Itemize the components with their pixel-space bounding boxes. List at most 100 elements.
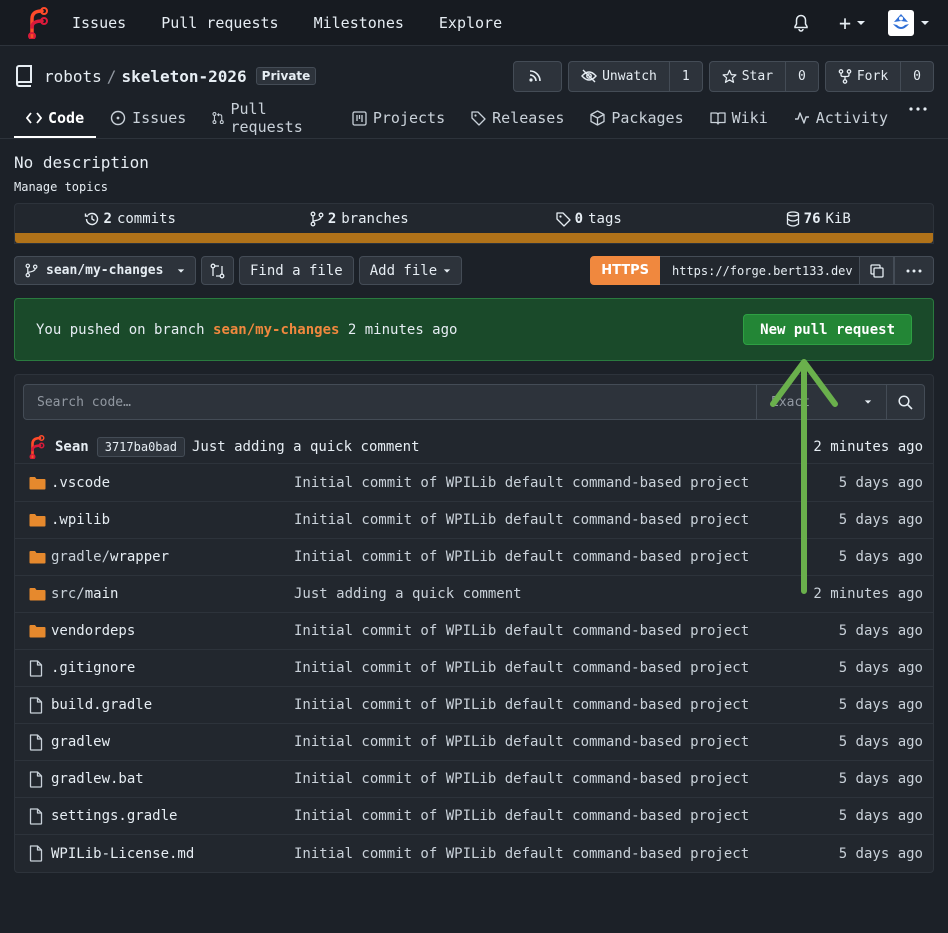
manage-topics-link[interactable]: Manage topics [14, 180, 108, 194]
file-name[interactable]: .gitignore [51, 660, 135, 676]
file-commit-message-link[interactable]: Initial commit of WPILib default command… [294, 623, 839, 639]
file-commit-message-link[interactable]: Initial commit of WPILib default command… [294, 808, 839, 824]
watch-count[interactable]: 1 [668, 61, 702, 91]
fork-label: Fork [856, 68, 889, 84]
file-name-link[interactable]: gradle/wrapper [51, 549, 294, 565]
forgejo-logo-icon[interactable] [26, 6, 50, 39]
copy-url-icon[interactable] [860, 256, 894, 285]
file-name[interactable]: main [85, 586, 119, 602]
tab-releases[interactable]: Releases [459, 100, 576, 136]
search-button[interactable] [887, 384, 925, 420]
file-row: src/main Just adding a quick comment 2 min… [15, 576, 933, 613]
file-commit-message-link[interactable]: Initial commit of WPILib default command… [294, 846, 839, 862]
file-commit-message-link[interactable]: Initial commit of WPILib default command… [294, 660, 839, 676]
file-commit-time: 5 days ago [838, 549, 923, 565]
rss-button[interactable] [513, 60, 563, 92]
file-commit-time: 5 days ago [838, 623, 923, 639]
file-name-link[interactable]: src/main [51, 586, 294, 602]
file-name[interactable]: build.gradle [51, 697, 152, 713]
file-name[interactable]: vendordeps [51, 623, 135, 639]
file-name[interactable]: gradlew [51, 734, 110, 750]
file-name-link[interactable]: settings.gradle [51, 808, 294, 824]
branch-dropdown[interactable]: sean/my-changes [14, 256, 196, 285]
file-name-link[interactable]: gradlew.bat [51, 771, 294, 787]
file-name[interactable]: wrapper [110, 549, 169, 565]
commits-stat[interactable]: 2 commits [15, 211, 245, 227]
pushed-branch-link[interactable]: sean/my-changes [213, 322, 339, 338]
file-commit-message-link[interactable]: Initial commit of WPILib default command… [294, 697, 839, 713]
clone-url-field[interactable]: https://forge.bert133.dev [660, 256, 860, 285]
history-icon [84, 212, 98, 226]
tab-activity[interactable]: Activity [782, 100, 900, 136]
file-name-link[interactable]: gradlew [51, 734, 294, 750]
nav-pull-requests[interactable]: Pull requests [161, 14, 278, 32]
caret-down-icon [921, 20, 929, 25]
file-name-link[interactable]: .gitignore [51, 660, 294, 676]
file-commit-message-link[interactable]: Initial commit of WPILib default command… [294, 512, 839, 528]
nav-issues[interactable]: Issues [72, 14, 126, 32]
file-name[interactable]: .wpilib [51, 512, 110, 528]
folder-icon [29, 551, 46, 564]
compare-button[interactable] [201, 256, 234, 285]
user-avatar-menu[interactable] [888, 9, 930, 36]
more-tabs-kebab-icon[interactable] [902, 100, 934, 118]
search-code-input[interactable]: Search code… [23, 384, 757, 420]
add-file-label: Add file [369, 262, 438, 279]
plus-icon: + [838, 10, 851, 35]
file-commit-message-link[interactable]: Just adding a quick comment [294, 586, 813, 602]
branches-stat[interactable]: 2 branches [245, 211, 475, 227]
star-button[interactable]: Star [710, 62, 785, 91]
tab-issues[interactable]: Issues [98, 100, 198, 136]
file-name-link[interactable]: .wpilib [51, 512, 294, 528]
find-file-button[interactable]: Find a file [239, 256, 354, 285]
file-name[interactable]: settings.gradle [51, 808, 177, 824]
caret-down-icon [443, 268, 451, 273]
language-bar[interactable] [15, 233, 933, 243]
file-commit-message-link[interactable]: Initial commit of WPILib default command… [294, 475, 839, 491]
file-name-link[interactable]: build.gradle [51, 697, 294, 713]
tab-packages[interactable]: Packages [578, 100, 695, 136]
tab-projects[interactable]: Projects [340, 100, 457, 136]
file-commit-message-link[interactable]: Initial commit of WPILib default command… [294, 771, 839, 787]
tab-wiki[interactable]: Wiki [698, 100, 780, 136]
https-protocol-button[interactable]: HTTPS [590, 256, 660, 285]
file-name-link[interactable]: .vscode [51, 475, 294, 491]
tags-stat[interactable]: 0 tags [474, 211, 704, 227]
file-icon [29, 659, 43, 677]
commit-author-link[interactable]: Sean [55, 439, 89, 455]
clone-more-kebab-icon[interactable] [894, 256, 934, 285]
new-pull-request-button[interactable]: New pull request [743, 314, 912, 345]
search-mode-dropdown[interactable]: Exact [757, 384, 887, 420]
file-row: build.gradle Initial commit of WPILib def… [15, 687, 933, 724]
author-avatar[interactable] [27, 434, 47, 459]
tab-code[interactable]: Code [14, 100, 97, 138]
commit-message-link[interactable]: Just adding a quick comment [192, 439, 420, 455]
repo-owner-link[interactable]: robots [44, 67, 102, 86]
file-commit-message-link[interactable]: Initial commit of WPILib default command… [294, 734, 839, 750]
file-path-prefix[interactable]: gradle/ [51, 549, 110, 565]
tab-label: Packages [611, 109, 684, 127]
file-name[interactable]: WPILib-License.md [51, 846, 194, 862]
repo-name-link[interactable]: skeleton-2026 [121, 67, 246, 86]
file-commit-message-link[interactable]: Initial commit of WPILib default command… [294, 549, 839, 565]
file-path-prefix[interactable]: src/ [51, 586, 85, 602]
nav-milestones[interactable]: Milestones [314, 14, 404, 32]
repo-header: robots / skeleton-2026 Private Unwatch 1… [14, 60, 934, 92]
notifications-bell-icon[interactable] [793, 14, 809, 32]
file-name[interactable]: gradlew.bat [51, 771, 144, 787]
folder-icon [29, 588, 46, 601]
tab-pull-requests[interactable]: Pull requests [200, 100, 338, 136]
commit-sha-link[interactable]: 3717ba0bad [96, 436, 185, 457]
star-count[interactable]: 0 [785, 61, 818, 91]
add-file-dropdown[interactable]: Add file [358, 256, 463, 285]
create-new-menu[interactable]: + [839, 11, 866, 35]
push-message: You pushed on branch sean/my-changes 2 m… [36, 322, 457, 338]
nav-explore[interactable]: Explore [439, 14, 502, 32]
fork-button[interactable]: Fork [826, 62, 900, 91]
file-name[interactable]: .vscode [51, 475, 110, 491]
unwatch-button[interactable]: Unwatch [569, 62, 669, 91]
file-name-link[interactable]: WPILib-License.md [51, 846, 294, 862]
fork-count[interactable]: 0 [900, 61, 933, 91]
file-row: gradlew Initial commit of WPILib default … [15, 724, 933, 761]
file-name-link[interactable]: vendordeps [51, 623, 294, 639]
